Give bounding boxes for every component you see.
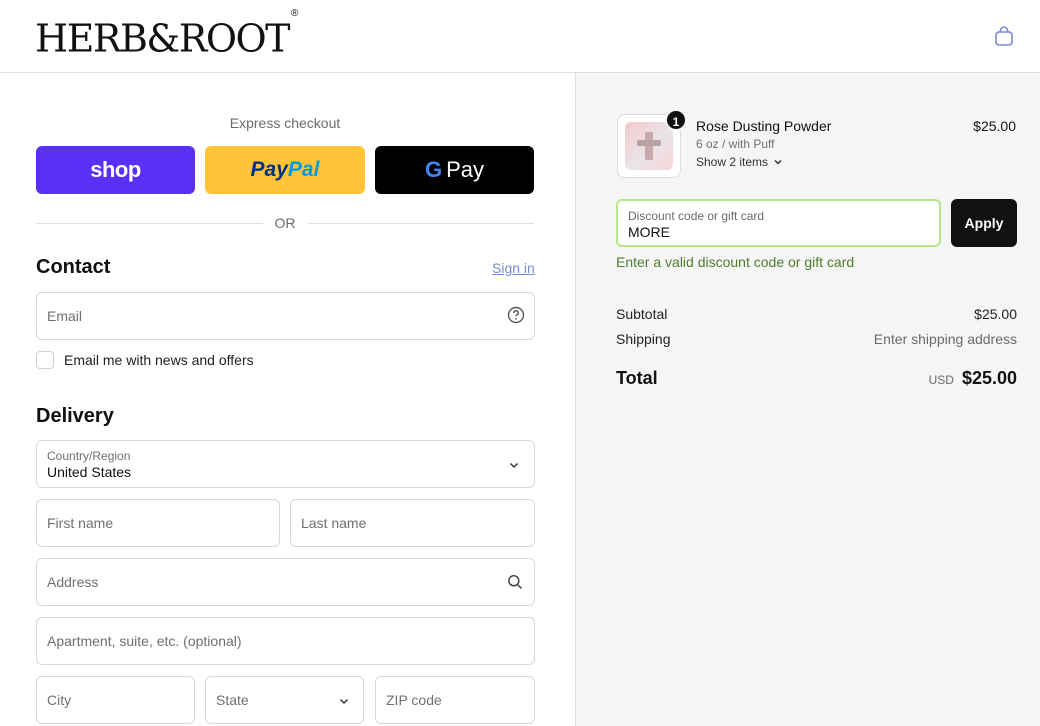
- apartment-placeholder: Apartment, suite, etc. (optional): [47, 633, 242, 649]
- total-amount: USD $25.00: [929, 368, 1017, 389]
- total-label: Total: [616, 368, 658, 388]
- last-name-placeholder: Last name: [301, 515, 367, 531]
- chevron-down-icon: [339, 698, 349, 705]
- state-select[interactable]: State: [205, 676, 364, 724]
- shipping-value: Enter shipping address: [873, 331, 1017, 347]
- google-pay-button[interactable]: G Pay: [375, 146, 534, 194]
- discount-value: MORE: [628, 224, 670, 240]
- discount-error-message: Enter a valid discount code or gift card: [616, 254, 855, 270]
- product-name: Rose Dusting Powder: [696, 118, 832, 134]
- address-field[interactable]: Address: [36, 558, 535, 606]
- news-offers-label: Email me with news and offers: [64, 352, 254, 368]
- show-items-label: Show 2 items: [696, 155, 769, 169]
- site-header: HERB&ROOT®: [0, 0, 1040, 73]
- first-name-placeholder: First name: [47, 515, 114, 531]
- or-label: OR: [274, 215, 296, 231]
- paypal-label-part1: Pay: [250, 158, 288, 181]
- delivery-heading: Delivery: [36, 405, 114, 427]
- search-icon: [508, 575, 523, 590]
- country-label: Country/Region: [47, 449, 131, 463]
- google-pay-label: Pay: [446, 157, 485, 182]
- first-name-field[interactable]: First name: [36, 499, 280, 547]
- paypal-button[interactable]: PayPal: [205, 146, 365, 194]
- product-price: $25.00: [973, 118, 1016, 134]
- paypal-logo: PayPal: [251, 158, 320, 182]
- news-offers-checkbox[interactable]: [36, 351, 54, 369]
- apartment-field[interactable]: Apartment, suite, etc. (optional): [36, 617, 535, 665]
- sign-in-link[interactable]: Sign in: [492, 260, 535, 276]
- chevron-down-icon: [774, 159, 782, 165]
- total-value: $25.00: [961, 368, 1017, 388]
- quantity-badge: 1: [665, 109, 687, 131]
- city-placeholder: City: [47, 692, 72, 708]
- product-image-detail: [637, 140, 661, 146]
- show-items-toggle[interactable]: Show 2 items: [696, 155, 783, 169]
- logo-text: HERB&ROOT: [35, 16, 291, 61]
- checkout-form: Express checkout shop PayPal G Pay OR Co…: [0, 73, 575, 726]
- zip-placeholder: ZIP code: [386, 692, 442, 708]
- help-circle-icon[interactable]: [507, 306, 525, 324]
- product-image: [625, 122, 673, 170]
- product-variant: 6 oz / with Puff: [696, 137, 775, 151]
- divider-line: [36, 222, 263, 224]
- last-name-field[interactable]: Last name: [290, 499, 535, 547]
- shopping-bag-icon[interactable]: [992, 24, 1016, 48]
- discount-label: Discount code or gift card: [628, 209, 765, 223]
- shipping-label: Shipping: [616, 331, 671, 347]
- shop-pay-label: shop: [90, 157, 141, 182]
- google-g-icon: G: [424, 157, 443, 182]
- city-field[interactable]: City: [36, 676, 195, 724]
- country-select[interactable]: Country/Region United States: [36, 440, 535, 488]
- product-image-detail: [645, 132, 653, 160]
- divider-line: [307, 222, 534, 224]
- shop-pay-button[interactable]: shop: [36, 146, 195, 194]
- subtotal-value: $25.00: [974, 306, 1017, 322]
- state-placeholder: State: [216, 692, 249, 708]
- chevron-down-icon: [509, 462, 519, 469]
- discount-code-field[interactable]: Discount code or gift card MORE: [616, 199, 941, 247]
- address-placeholder: Address: [47, 574, 99, 590]
- order-summary: 1 Rose Dusting Powder 6 oz / with Puff S…: [575, 73, 1040, 726]
- apply-discount-button[interactable]: Apply: [951, 199, 1017, 247]
- total-row: Total USD $25.00: [616, 368, 1017, 389]
- logo-trademark: ®: [291, 8, 298, 19]
- contact-heading: Contact: [36, 256, 111, 278]
- logo[interactable]: HERB&ROOT®: [35, 8, 298, 61]
- email-placeholder: Email: [47, 308, 83, 324]
- paypal-label-part2: Pal: [287, 158, 320, 181]
- shipping-row: Shipping Enter shipping address: [616, 331, 1017, 347]
- subtotal-row: Subtotal $25.00: [616, 306, 1017, 322]
- or-divider: OR: [36, 213, 534, 233]
- currency-code: USD: [928, 373, 954, 387]
- subtotal-label: Subtotal: [616, 306, 668, 322]
- zip-field[interactable]: ZIP code: [375, 676, 535, 724]
- email-field[interactable]: Email: [36, 292, 535, 340]
- country-value: United States: [47, 464, 132, 480]
- express-checkout-label: Express checkout: [229, 115, 341, 131]
